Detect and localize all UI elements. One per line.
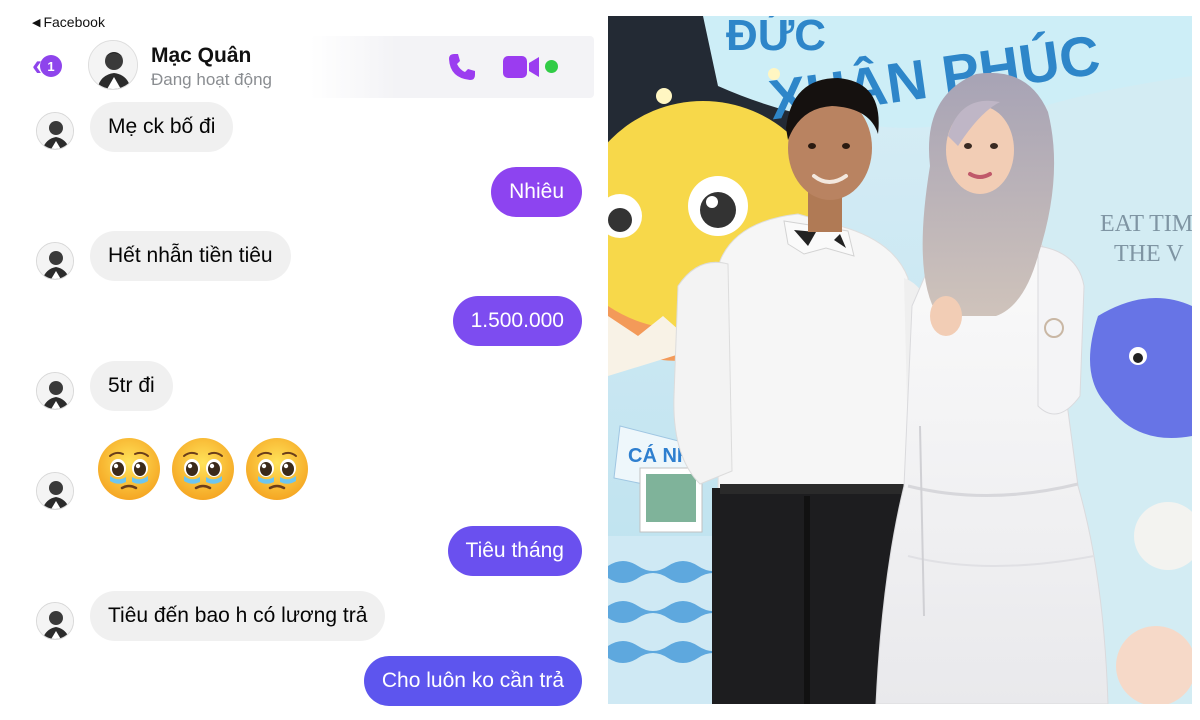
wall-text-2: THE V <box>1114 241 1184 267</box>
video-camera-icon <box>503 56 539 78</box>
message-bubble-incoming[interactable]: 5tr đi <box>90 361 173 411</box>
sender-avatar <box>36 602 74 640</box>
message-bubble-outgoing[interactable]: Nhiêu <box>491 167 582 217</box>
back-to-app-link[interactable]: ◀ Facebook <box>32 14 105 30</box>
back-triangle-icon: ◀ <box>32 16 41 29</box>
pleading-face-emoji-icon[interactable] <box>96 436 162 502</box>
sender-avatar <box>36 472 74 510</box>
phone-icon <box>449 54 475 80</box>
wall-text-1: EAT TIM <box>1100 211 1192 237</box>
unread-count-badge: 1 <box>40 55 62 77</box>
contact-name: Mạc Quân <box>151 44 252 67</box>
banner-text-top: ĐỨC <box>726 16 826 60</box>
sender-avatar <box>36 242 74 280</box>
pleading-face-emoji-icon[interactable] <box>244 436 310 502</box>
message-bubble-incoming[interactable]: Hết nhẫn tiền tiêu <box>90 231 291 281</box>
message-bubble-outgoing[interactable]: Cho luôn ko cần trả <box>363 656 582 706</box>
active-status: Đang hoạt động <box>151 70 272 89</box>
event-photo: ĐỨC XUÂN PHÚC EAT TIM THE V CÁ NH <box>608 16 1192 704</box>
back-button[interactable]: ‹ 1 <box>32 51 62 81</box>
back-app-label: Facebook <box>43 14 105 30</box>
sender-avatar <box>36 112 74 150</box>
message-bubble-incoming[interactable]: Mẹ ck bố đi <box>90 102 234 152</box>
conversation-header: ‹ 1 Mạc Quân Đang hoạt động <box>0 36 598 98</box>
online-indicator <box>545 60 558 73</box>
contact-avatar[interactable] <box>88 40 138 90</box>
pleading-face-emoji-icon[interactable] <box>170 436 236 502</box>
sender-avatar <box>36 372 74 410</box>
messenger-chat-screenshot: ◀ Facebook ‹ 1 Mạc Quân Đang hoạt động M… <box>0 0 598 720</box>
message-bubble-outgoing[interactable]: 1.500.000 <box>452 296 582 346</box>
voice-call-button[interactable] <box>446 51 478 83</box>
video-call-button[interactable] <box>502 53 542 81</box>
message-bubble-incoming[interactable]: Tiêu đến bao h có lương trả <box>90 591 386 641</box>
message-bubble-outgoing[interactable]: Tiêu tháng <box>447 526 582 576</box>
